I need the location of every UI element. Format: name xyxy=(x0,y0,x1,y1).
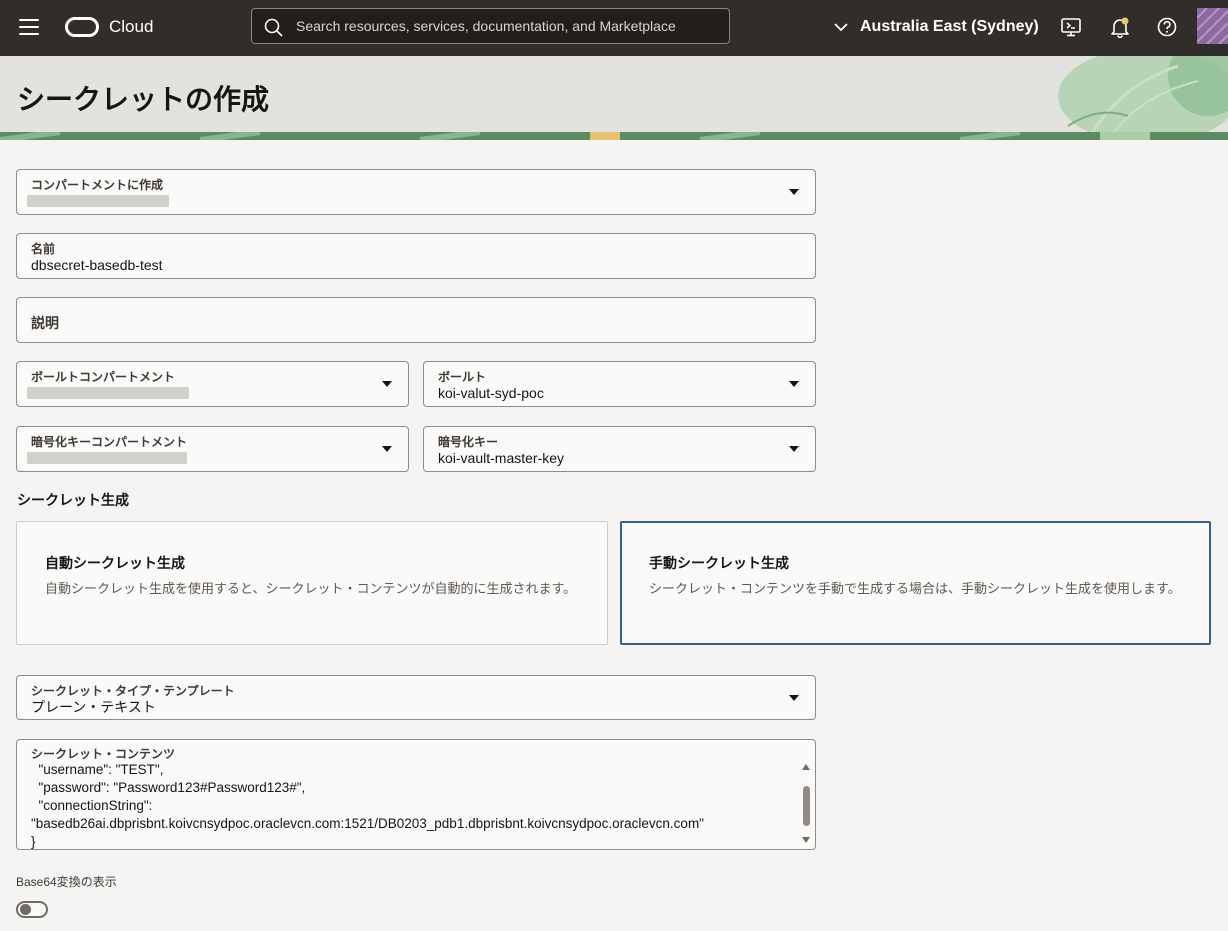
search-icon xyxy=(264,18,283,37)
search-input[interactable] xyxy=(296,9,716,43)
menu-icon[interactable] xyxy=(19,19,39,35)
avatar[interactable] xyxy=(1197,8,1228,44)
vault-compartment-label: ボールトコンパートメント xyxy=(31,370,176,384)
vault-select[interactable]: ボールト koi-valut-syd-poc xyxy=(423,361,816,407)
secret-generation-title: シークレット生成 xyxy=(17,492,129,508)
secret-contents-label: シークレット・コンテンツ xyxy=(31,747,176,761)
decorative-foliage-icon xyxy=(1058,56,1228,140)
cloud-shell-icon[interactable] xyxy=(1060,16,1082,38)
redacted-value xyxy=(27,387,189,399)
scroll-down-arrow-icon[interactable] xyxy=(802,837,810,843)
region-selector[interactable]: Australia East (Sydney) xyxy=(834,16,1039,38)
caret-down-icon xyxy=(789,695,799,701)
page-title: シークレットの作成 xyxy=(17,84,270,115)
redacted-value xyxy=(27,195,169,207)
caret-down-icon xyxy=(382,381,392,387)
decorative-strip xyxy=(0,132,1228,140)
manual-generation-description: シークレット・コンテンツを手動で生成する場合は、手動シークレット生成を使用します… xyxy=(649,581,1181,596)
base64-label: Base64変換の表示 xyxy=(16,875,117,889)
description-label: 説明 xyxy=(31,315,59,331)
auto-generation-title: 自動シークレット生成 xyxy=(45,555,185,571)
encryption-key-label: 暗号化キー xyxy=(438,435,499,449)
secret-type-template-select[interactable]: シークレット・タイプ・テンプレート プレーン・テキスト xyxy=(16,675,816,720)
caret-down-icon xyxy=(789,189,799,195)
scrollbar-thumb[interactable] xyxy=(803,786,810,826)
base64-toggle[interactable] xyxy=(16,901,48,918)
name-label: 名前 xyxy=(31,242,56,256)
bell-icon[interactable] xyxy=(1109,16,1131,38)
oracle-logo-icon[interactable] xyxy=(65,17,99,37)
manual-generation-title: 手動シークレット生成 xyxy=(649,555,789,571)
secret-contents-value[interactable]: "username": "TEST", "password": "Passwor… xyxy=(31,761,704,849)
description-field[interactable]: 説明 xyxy=(16,297,816,343)
brand-name[interactable]: Cloud xyxy=(109,17,153,37)
vault-compartment-select[interactable]: ボールトコンパートメント xyxy=(16,361,409,407)
compartment-label: コンパートメントに作成 xyxy=(31,178,164,192)
caret-down-icon xyxy=(382,446,392,452)
name-value: dbsecret-basedb-test xyxy=(31,257,163,273)
page-header-banner: シークレットの作成 xyxy=(0,56,1228,140)
compartment-select[interactable]: コンパートメントに作成 xyxy=(16,169,816,215)
auto-generation-description: 自動シークレット生成を使用すると、シークレット・コンテンツが自動的に生成されます… xyxy=(45,581,577,596)
auto-generation-card[interactable]: 自動シークレット生成 自動シークレット生成を使用すると、シークレット・コンテンツ… xyxy=(16,521,608,645)
caret-down-icon xyxy=(789,446,799,452)
search-box[interactable] xyxy=(251,8,730,44)
key-compartment-label: 暗号化キーコンパートメント xyxy=(31,435,188,449)
avatar-pattern-icon xyxy=(1197,8,1228,44)
vault-value: koi-valut-syd-poc xyxy=(438,385,544,401)
top-bar: Cloud Australia East (Sydney) xyxy=(0,0,1228,56)
encryption-key-select[interactable]: 暗号化キー koi-vault-master-key xyxy=(423,426,816,472)
chevron-down-icon xyxy=(834,22,848,31)
manual-generation-card[interactable]: 手動シークレット生成 シークレット・コンテンツを手動で生成する場合は、手動シーク… xyxy=(620,521,1211,645)
vault-label: ボールト xyxy=(438,370,487,384)
redacted-value xyxy=(27,452,187,464)
toggle-knob xyxy=(20,904,31,915)
secret-contents-field[interactable]: シークレット・コンテンツ "username": "TEST", "passwo… xyxy=(16,739,816,850)
region-label: Australia East (Sydney) xyxy=(860,18,1039,35)
name-field[interactable]: 名前 dbsecret-basedb-test xyxy=(16,233,816,279)
caret-down-icon xyxy=(789,381,799,387)
secret-type-template-value: プレーン・テキスト xyxy=(31,699,156,715)
key-compartment-select[interactable]: 暗号化キーコンパートメント xyxy=(16,426,409,472)
scroll-up-arrow-icon[interactable] xyxy=(802,764,810,770)
encryption-key-value: koi-vault-master-key xyxy=(438,450,565,466)
help-icon[interactable] xyxy=(1156,16,1178,38)
